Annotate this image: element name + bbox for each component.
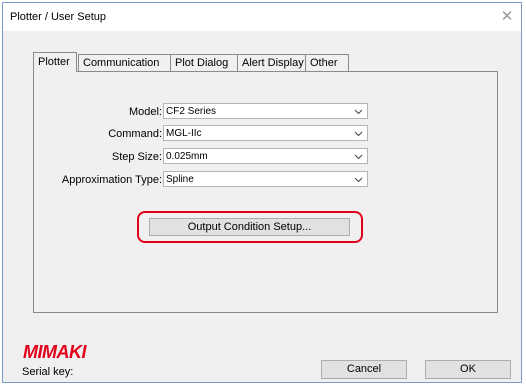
svg-text:MIMAKI: MIMAKI bbox=[23, 343, 87, 361]
title-bar: Plotter / User Setup ✕ bbox=[3, 3, 521, 31]
close-icon[interactable]: ✕ bbox=[497, 7, 517, 27]
output-condition-setup-button[interactable]: Output Condition Setup... bbox=[149, 218, 350, 236]
ok-button[interactable]: OK bbox=[425, 360, 511, 379]
model-select[interactable]: CF2 Series bbox=[163, 103, 368, 119]
plotter-user-setup-dialog: Plotter / User Setup ✕ Plotter Communica… bbox=[2, 2, 522, 383]
cancel-button[interactable]: Cancel bbox=[321, 360, 407, 379]
tab-label: Communication bbox=[83, 57, 160, 69]
tab-label: Other bbox=[310, 57, 338, 69]
model-value: CF2 Series bbox=[166, 106, 217, 117]
step-size-value: 0.025mm bbox=[166, 151, 208, 162]
step-size-label: Step Size: bbox=[111, 151, 162, 163]
plotter-tab-panel: Model: CF2 Series Command: MGL-IIc Step … bbox=[33, 71, 498, 313]
tab-alert-display[interactable]: Alert Display bbox=[237, 54, 315, 71]
command-row: Command: bbox=[34, 126, 162, 143]
tab-other[interactable]: Other bbox=[305, 54, 349, 71]
chevron-down-icon bbox=[354, 154, 363, 160]
tab-label: Alert Display bbox=[242, 57, 304, 69]
tab-label: Plot Dialog bbox=[175, 57, 229, 69]
serial-key-label: Serial key: bbox=[22, 366, 74, 378]
approximation-type-label: Approximation Type: bbox=[61, 174, 162, 186]
chevron-down-icon bbox=[354, 131, 363, 137]
mimaki-logo: MIMAKI bbox=[23, 343, 88, 361]
tab-plotter[interactable]: Plotter bbox=[33, 52, 77, 72]
approximation-type-row: Approximation Type: bbox=[34, 172, 162, 189]
model-label: Model: bbox=[128, 106, 162, 118]
command-value: MGL-IIc bbox=[166, 128, 202, 139]
tab-communication[interactable]: Communication bbox=[78, 54, 171, 71]
command-label: Command: bbox=[108, 128, 162, 140]
chevron-down-icon bbox=[354, 109, 363, 115]
chevron-down-icon bbox=[354, 177, 363, 183]
command-select[interactable]: MGL-IIc bbox=[163, 125, 368, 141]
tab-label: Plotter bbox=[38, 56, 70, 68]
tab-plot-dialog[interactable]: Plot Dialog bbox=[170, 54, 238, 71]
approximation-type-select[interactable]: Spline bbox=[163, 171, 368, 187]
approximation-type-value: Spline bbox=[166, 174, 194, 185]
step-size-row: Step Size: bbox=[34, 149, 162, 166]
model-row: Model: bbox=[34, 104, 162, 121]
step-size-select[interactable]: 0.025mm bbox=[163, 148, 368, 164]
window-title: Plotter / User Setup bbox=[10, 11, 106, 23]
